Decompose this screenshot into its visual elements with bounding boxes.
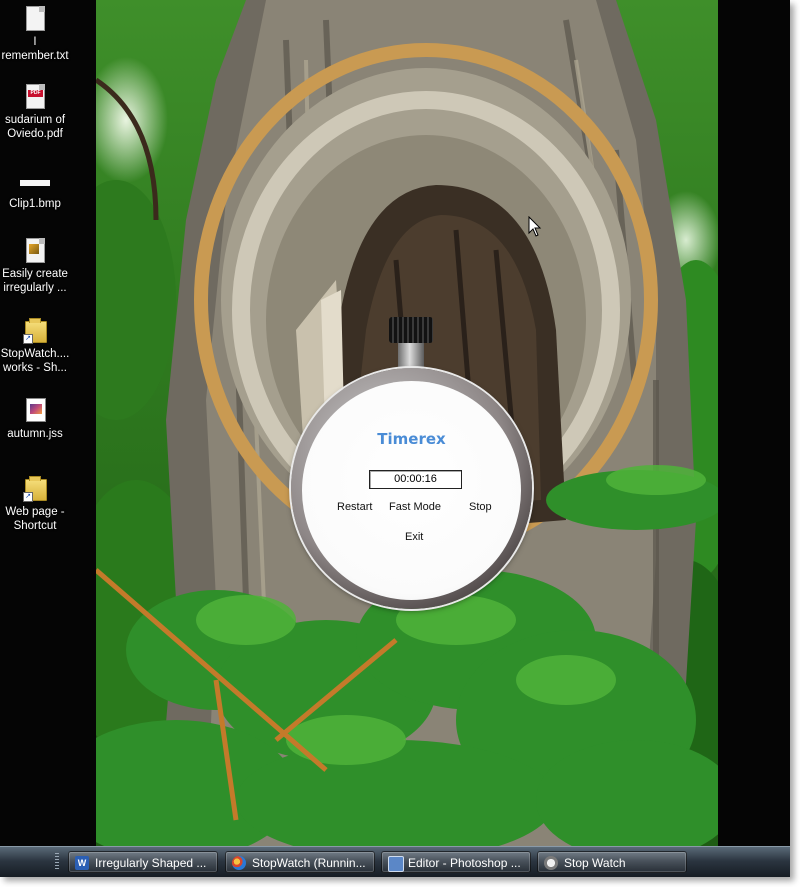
- folder-shortcut-icon: ↗: [23, 476, 47, 502]
- desktop-screen: I remember.txt PDF sudarium of Oviedo.pd…: [0, 0, 790, 877]
- desktop-icon-clip1-bmp[interactable]: Clip1.bmp: [0, 168, 70, 211]
- word-document-icon: W: [75, 856, 89, 870]
- text-file-icon: [23, 6, 47, 32]
- desktop-icon-i-remember[interactable]: I remember.txt: [0, 6, 70, 63]
- taskbar-button-label: Stop Watch: [564, 856, 626, 870]
- stopwatch-time-display: 00:00:16: [369, 470, 462, 489]
- stop-button[interactable]: Stop: [469, 501, 492, 513]
- desktop-icon-label: StopWatch.... works - Sh...: [0, 348, 70, 374]
- taskbar-button-irregularly-shaped[interactable]: W Irregularly Shaped ...: [68, 851, 218, 873]
- desktop-icon-label: Web page - Shortcut: [5, 506, 65, 532]
- taskbar-button-label: Irregularly Shaped ...: [95, 856, 207, 870]
- stopwatch-face: [302, 381, 521, 600]
- stopwatch-title: Timerex: [377, 430, 446, 448]
- taskbar-button-stopwatch-running[interactable]: StopWatch (Runnin...: [225, 851, 375, 873]
- exit-button[interactable]: Exit: [405, 531, 423, 543]
- taskbar: W Irregularly Shaped ... StopWatch (Runn…: [0, 846, 790, 877]
- desktop-icon-easily-create[interactable]: Easily create irregularly ...: [0, 238, 70, 295]
- folder-shortcut-icon: ↗: [23, 318, 47, 344]
- pdf-file-icon: PDF: [23, 84, 47, 110]
- bitmap-file-icon: [20, 168, 50, 194]
- editor-window-icon: [388, 856, 404, 872]
- restart-button[interactable]: Restart: [337, 501, 372, 513]
- desktop-icon-sudarium-pdf[interactable]: PDF sudarium of Oviedo.pdf: [0, 84, 70, 141]
- fast-mode-button[interactable]: Fast Mode: [389, 501, 441, 513]
- document-file-icon: [23, 238, 47, 264]
- stopwatch-window[interactable]: Timerex 00:00:16 Restart Fast Mode Stop …: [289, 312, 534, 612]
- mouse-pointer-icon: [528, 216, 542, 237]
- taskbar-button-stop-watch[interactable]: Stop Watch: [537, 851, 687, 873]
- stopwatch-crown-icon[interactable]: [389, 317, 433, 343]
- taskbar-button-editor-photoshop[interactable]: Editor - Photoshop ...: [381, 851, 531, 873]
- visual-studio-icon: [232, 856, 246, 870]
- desktop-icon-label: sudarium of Oviedo.pdf: [4, 114, 66, 140]
- desktop-icon-label: I remember.txt: [1, 36, 69, 62]
- desktop-icon-stopwatch-works[interactable]: ↗ StopWatch.... works - Sh...: [0, 318, 70, 375]
- desktop-icon-autumn-jss[interactable]: autumn.jss: [0, 398, 70, 441]
- taskbar-button-label: Editor - Photoshop ...: [408, 856, 521, 870]
- taskbar-grip[interactable]: [55, 853, 59, 871]
- desktop-icon-label: Clip1.bmp: [9, 198, 61, 210]
- desktop-icon-web-page-shortcut[interactable]: ↗ Web page - Shortcut: [0, 476, 70, 533]
- desktop-icon-label: Easily create irregularly ...: [2, 268, 68, 294]
- desktop-icon-label: autumn.jss: [7, 428, 63, 440]
- stopwatch-icon: [544, 856, 558, 870]
- taskbar-button-label: StopWatch (Runnin...: [252, 856, 366, 870]
- image-file-icon: [23, 398, 47, 424]
